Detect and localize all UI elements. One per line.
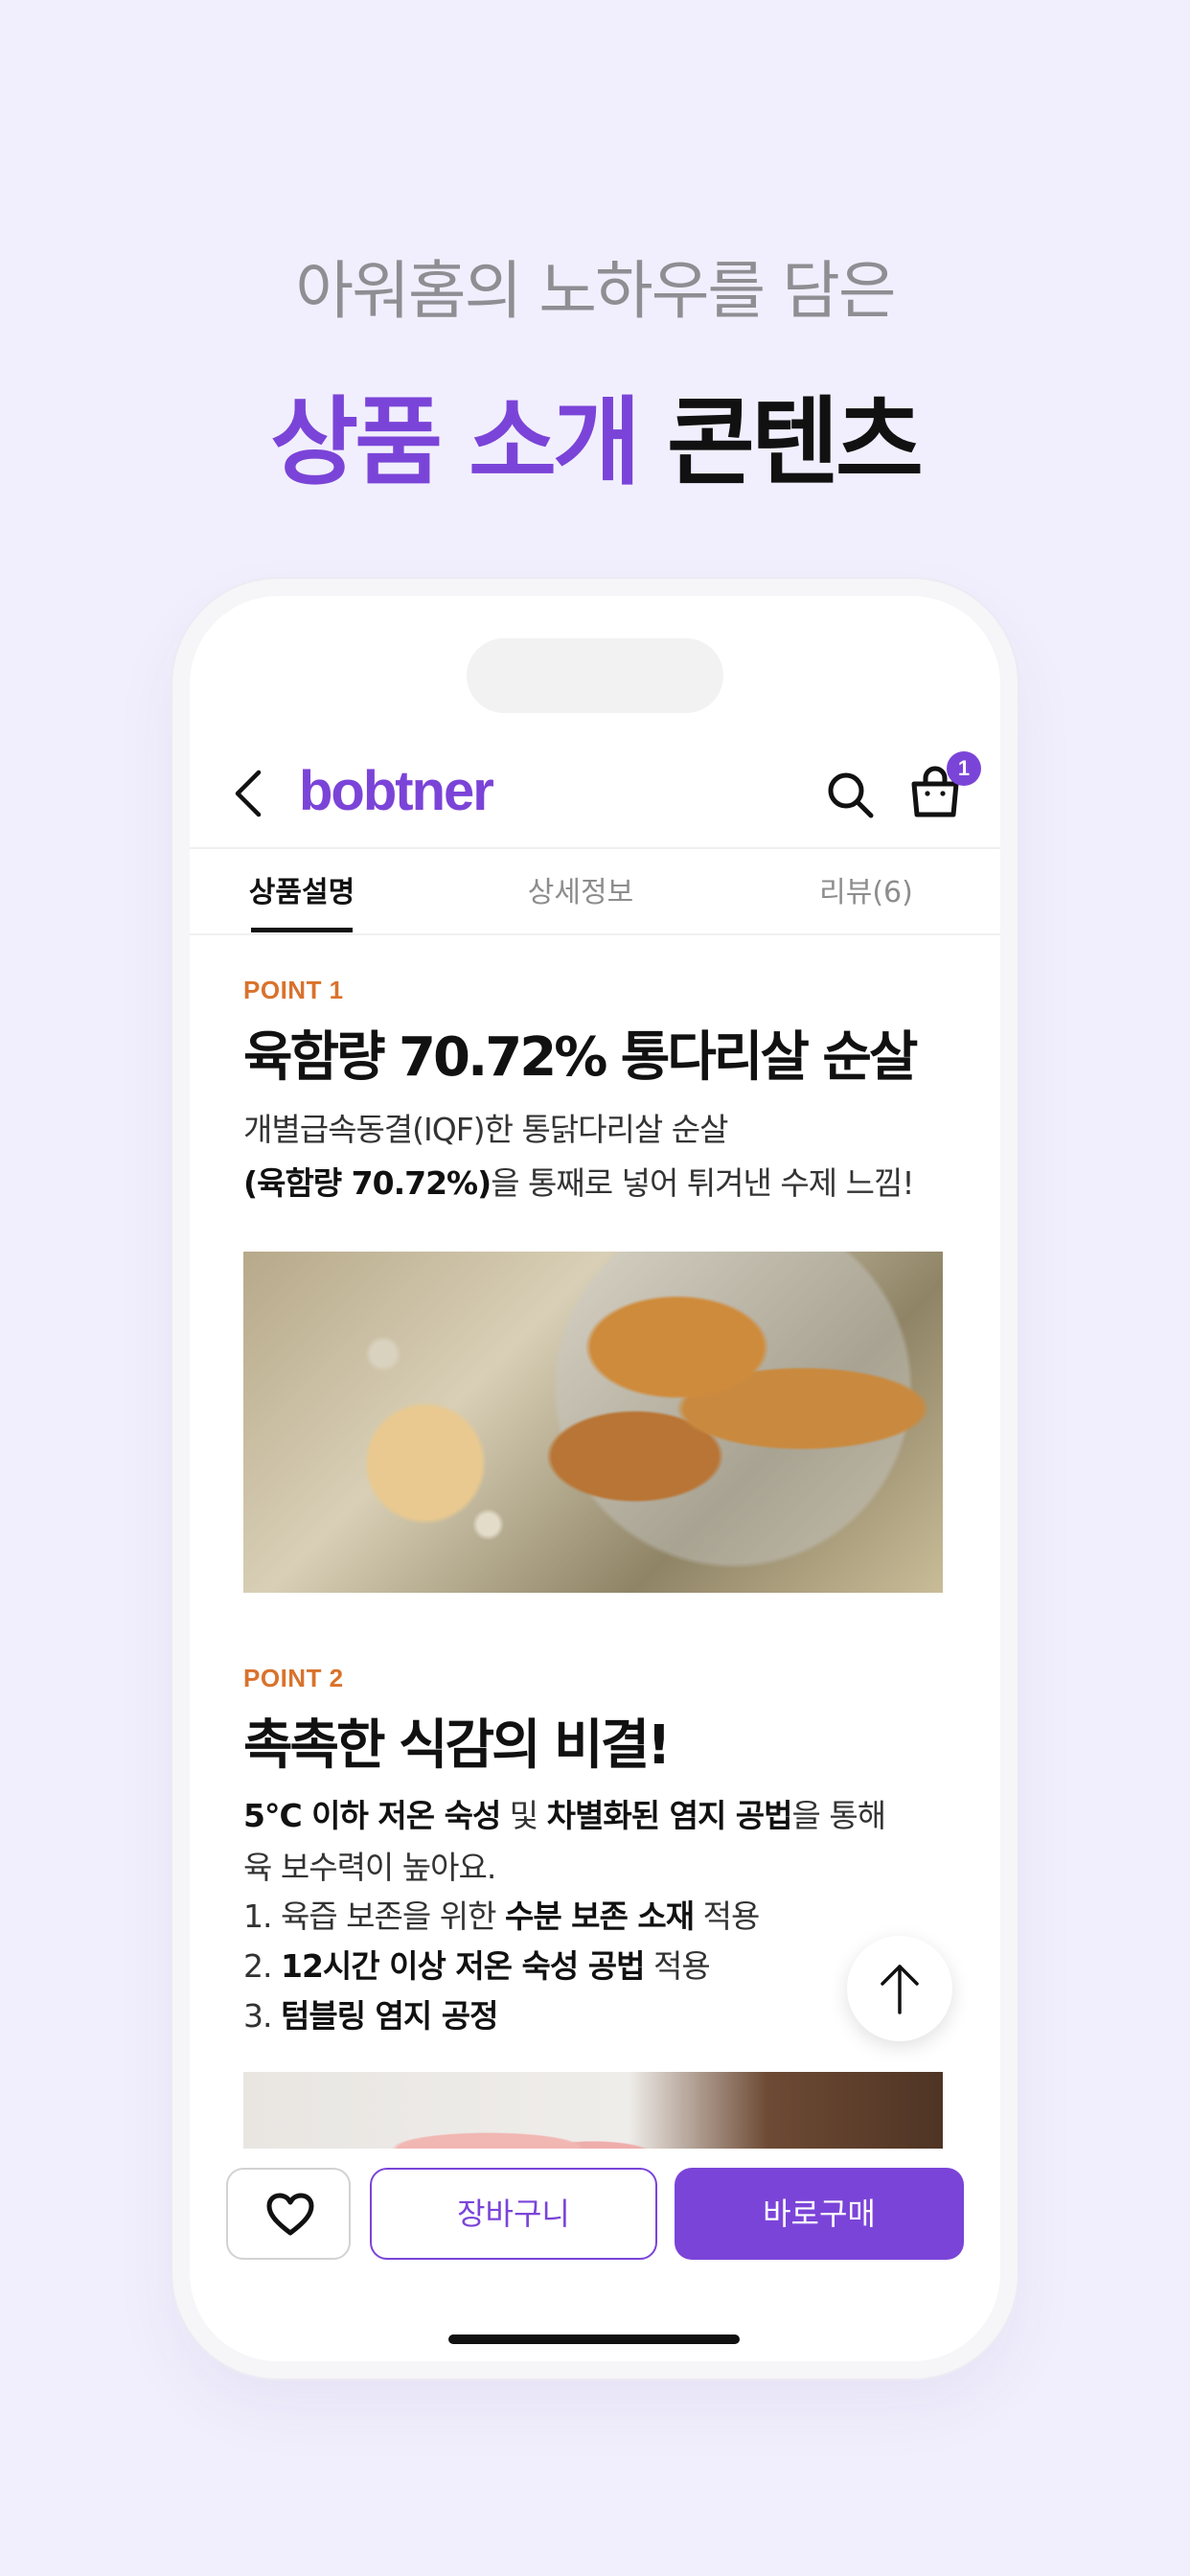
tab-divider [190,933,1000,935]
buy-now-button[interactable]: 바로구매 [675,2168,964,2260]
search-icon[interactable] [824,769,876,820]
point2-line2: 육 보수력이 높아요. [243,1849,496,1886]
point1-title: 육함량 70.72% 통다리살 순살 [243,1026,918,1089]
list-item-suffix: 적용 [694,1898,761,1935]
phone-frame: bobtner 1 상품설명 상세정보 리뷰(6) POINT 1 육함량 70… [172,579,1018,2379]
point2-mid: 및 [500,1797,547,1834]
tab-reviews[interactable]: 리뷰(6) [790,849,943,937]
point2-list-item: 1. 육즙 보존을 위한 수분 보존 소재 적용 [243,1892,761,1942]
fried-chicken-photo [243,1252,943,1593]
list-item-prefix: 1. 육즙 보존을 위한 [243,1898,505,1935]
heart-icon [266,2193,314,2236]
promo-title-accent: 상품 소개 [270,386,641,498]
home-indicator [448,2334,740,2344]
list-item-bold: 수분 보존 소재 [504,1898,695,1935]
arrow-up-icon [881,1965,919,2014]
list-item-suffix: 적용 [644,1947,711,1985]
point2-bold2: 차별화된 염지 공법 [546,1797,793,1834]
point1-line2: (육함량 70.72%)을 통째로 넣어 튀겨낸 수제 느낌! [243,1156,915,1211]
scroll-to-top-button[interactable] [847,1936,952,2041]
list-item-prefix: 3. [243,1997,281,2035]
promo-title: 상품 소개 콘텐츠 [0,364,1190,503]
point1-label: POINT 1 [243,976,344,1004]
tab-detail-info[interactable]: 상세정보 [494,849,667,937]
point1-line2-bold: (육함량 70.72%) [243,1164,492,1202]
list-item-prefix: 2. [243,1947,281,1985]
point2-title: 촉촉한 식감의 비결! [243,1714,672,1777]
point2-line1: 5°C 이하 저온 숙성 및 차별화된 염지 공법을 통해 [243,1788,887,1844]
point2-label: POINT 2 [243,1664,344,1692]
back-arrow-icon[interactable] [224,767,276,820]
tab-bar: 상품설명 상세정보 리뷰(6) [190,849,1000,937]
point2-list-item: 3. 텀블링 염지 공정 [243,1991,498,2041]
raw-chicken-photo [243,2072,943,2149]
point2-bold1: 5°C 이하 저온 숙성 [243,1797,501,1834]
point1-line2-rest: 을 통째로 넣어 튀겨낸 수제 느낌! [491,1164,914,1202]
active-tab-indicator [251,928,353,932]
cart-count-badge: 1 [947,751,981,786]
point2-rest: 을 통해 [791,1797,887,1834]
promo-headline: 아워홈의 노하우를 담은 상품 소개 콘텐츠 [0,240,1190,503]
list-item-bold: 12시간 이상 저온 숙성 공법 [280,1947,645,1985]
add-to-cart-button[interactable]: 장바구니 [370,2168,657,2260]
point2-list-item: 2. 12시간 이상 저온 숙성 공법 적용 [243,1942,711,1991]
list-item-bold: 텀블링 염지 공정 [280,1997,498,2035]
tab-product-description[interactable]: 상품설명 [218,849,385,937]
wishlist-button[interactable] [226,2168,351,2260]
promo-subtitle: 아워홈의 노하우를 담은 [295,254,896,328]
app-header: bobtner 1 [190,740,1000,845]
dynamic-island [467,638,723,713]
promo-title-rest: 콘텐츠 [637,386,924,498]
point1-line1: 개별급속동결(IQF)한 통닭다리살 순살 [243,1111,728,1148]
brand-logo[interactable]: bobtner [299,759,494,823]
